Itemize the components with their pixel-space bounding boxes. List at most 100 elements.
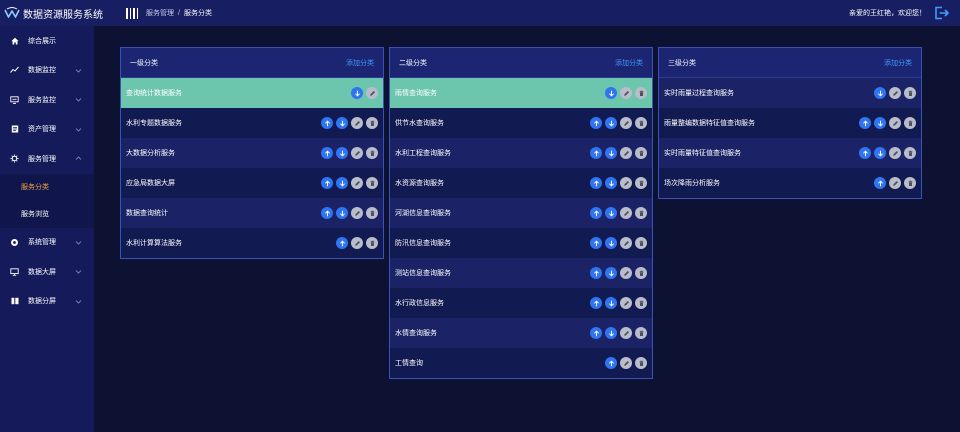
move-down-icon[interactable] xyxy=(605,327,617,339)
edit-icon[interactable] xyxy=(889,147,901,159)
edit-icon[interactable] xyxy=(620,297,632,309)
logout-icon[interactable] xyxy=(933,5,949,21)
move-down-icon[interactable] xyxy=(605,267,617,279)
delete-icon[interactable] xyxy=(635,237,647,249)
edit-icon[interactable] xyxy=(620,177,632,189)
list-item[interactable]: 供节水查询服务 xyxy=(390,108,652,138)
delete-icon[interactable] xyxy=(904,117,916,129)
move-down-icon[interactable] xyxy=(605,117,617,129)
list-item[interactable]: 测站信息查询服务 xyxy=(390,258,652,288)
edit-icon[interactable] xyxy=(620,327,632,339)
list-item[interactable]: 查询统计数据服务 xyxy=(121,78,383,108)
move-up-icon[interactable] xyxy=(590,267,602,279)
list-item[interactable]: 水行政信息服务 xyxy=(390,288,652,318)
sidebar-item-data-split[interactable]: 数据分屏 xyxy=(0,287,94,317)
move-down-icon[interactable] xyxy=(336,207,348,219)
delete-icon[interactable] xyxy=(635,207,647,219)
delete-icon[interactable] xyxy=(635,327,647,339)
edit-icon[interactable] xyxy=(620,267,632,279)
sidebar-item-overview[interactable]: 综合展示 xyxy=(0,26,94,56)
move-down-icon[interactable] xyxy=(605,237,617,249)
move-up-icon[interactable] xyxy=(321,117,333,129)
menu-toggle-button[interactable] xyxy=(126,7,138,19)
list-item[interactable]: 水情查询服务 xyxy=(390,318,652,348)
move-up-icon[interactable] xyxy=(605,357,617,369)
sidebar-subitem-service-category[interactable]: 服务分类 xyxy=(0,174,94,201)
edit-icon[interactable] xyxy=(351,207,363,219)
list-item[interactable]: 大数据分析服务 xyxy=(121,138,383,168)
move-down-icon[interactable] xyxy=(351,87,363,99)
move-down-icon[interactable] xyxy=(874,147,886,159)
delete-icon[interactable] xyxy=(635,267,647,279)
move-up-icon[interactable] xyxy=(321,147,333,159)
edit-icon[interactable] xyxy=(889,117,901,129)
edit-icon[interactable] xyxy=(889,87,901,99)
edit-icon[interactable] xyxy=(620,237,632,249)
move-down-icon[interactable] xyxy=(874,87,886,99)
delete-icon[interactable] xyxy=(635,357,647,369)
edit-icon[interactable] xyxy=(351,117,363,129)
move-up-icon[interactable] xyxy=(859,147,871,159)
edit-icon[interactable] xyxy=(620,357,632,369)
delete-icon[interactable] xyxy=(366,117,378,129)
edit-icon[interactable] xyxy=(351,237,363,249)
move-down-icon[interactable] xyxy=(605,297,617,309)
move-up-icon[interactable] xyxy=(321,177,333,189)
list-item[interactable]: 雨量整编数据特征值查询服务 xyxy=(659,108,921,138)
list-item[interactable]: 场次降雨分析服务 xyxy=(659,168,921,198)
move-up-icon[interactable] xyxy=(590,117,602,129)
sidebar-item-asset-management[interactable]: 资产管理 xyxy=(0,115,94,145)
list-item[interactable]: 防汛信息查询服务 xyxy=(390,228,652,258)
list-item[interactable]: 水利工程查询服务 xyxy=(390,138,652,168)
list-item[interactable]: 水利计算算法服务 xyxy=(121,228,383,258)
move-down-icon[interactable] xyxy=(336,147,348,159)
delete-icon[interactable] xyxy=(635,87,647,99)
edit-icon[interactable] xyxy=(351,177,363,189)
move-down-icon[interactable] xyxy=(605,207,617,219)
breadcrumb-parent[interactable]: 服务管理 xyxy=(146,8,174,18)
move-down-icon[interactable] xyxy=(874,117,886,129)
delete-icon[interactable] xyxy=(366,177,378,189)
list-item[interactable]: 数据查询统计 xyxy=(121,198,383,228)
list-item[interactable]: 水利专题数据服务 xyxy=(121,108,383,138)
list-item[interactable]: 河湖信息查询服务 xyxy=(390,198,652,228)
delete-icon[interactable] xyxy=(635,117,647,129)
add-category-link[interactable]: 添加分类 xyxy=(884,58,912,68)
sidebar-item-service-monitor[interactable]: 服务监控 xyxy=(0,85,94,115)
move-up-icon[interactable] xyxy=(590,177,602,189)
move-down-icon[interactable] xyxy=(605,147,617,159)
delete-icon[interactable] xyxy=(904,147,916,159)
move-up-icon[interactable] xyxy=(590,237,602,249)
move-down-icon[interactable] xyxy=(605,87,617,99)
list-item[interactable]: 应急局数据大屏 xyxy=(121,168,383,198)
delete-icon[interactable] xyxy=(904,87,916,99)
delete-icon[interactable] xyxy=(366,207,378,219)
sidebar-item-service-management[interactable]: 服务管理 xyxy=(0,144,94,174)
list-item[interactable]: 水资源查询服务 xyxy=(390,168,652,198)
list-item[interactable]: 实时雨量过程查询服务 xyxy=(659,78,921,108)
edit-icon[interactable] xyxy=(620,207,632,219)
delete-icon[interactable] xyxy=(635,297,647,309)
sidebar-item-system-management[interactable]: 系统管理 xyxy=(0,228,94,258)
edit-icon[interactable] xyxy=(620,117,632,129)
move-up-icon[interactable] xyxy=(874,177,886,189)
move-down-icon[interactable] xyxy=(336,117,348,129)
sidebar-item-data-monitor[interactable]: 数据监控 xyxy=(0,56,94,86)
delete-icon[interactable] xyxy=(904,177,916,189)
sidebar-item-data-screen[interactable]: 数据大屏 xyxy=(0,257,94,287)
add-category-link[interactable]: 添加分类 xyxy=(346,58,374,68)
list-item[interactable]: 雨情查询服务 xyxy=(390,78,652,108)
move-up-icon[interactable] xyxy=(590,327,602,339)
move-up-icon[interactable] xyxy=(590,297,602,309)
edit-icon[interactable] xyxy=(351,147,363,159)
sidebar-subitem-service-browse[interactable]: 服务浏览 xyxy=(0,201,94,228)
add-category-link[interactable]: 添加分类 xyxy=(615,58,643,68)
move-up-icon[interactable] xyxy=(859,117,871,129)
move-up-icon[interactable] xyxy=(321,207,333,219)
delete-icon[interactable] xyxy=(635,147,647,159)
move-down-icon[interactable] xyxy=(605,177,617,189)
edit-icon[interactable] xyxy=(366,87,378,99)
list-item[interactable]: 工情查询 xyxy=(390,348,652,378)
move-up-icon[interactable] xyxy=(590,207,602,219)
move-down-icon[interactable] xyxy=(336,177,348,189)
